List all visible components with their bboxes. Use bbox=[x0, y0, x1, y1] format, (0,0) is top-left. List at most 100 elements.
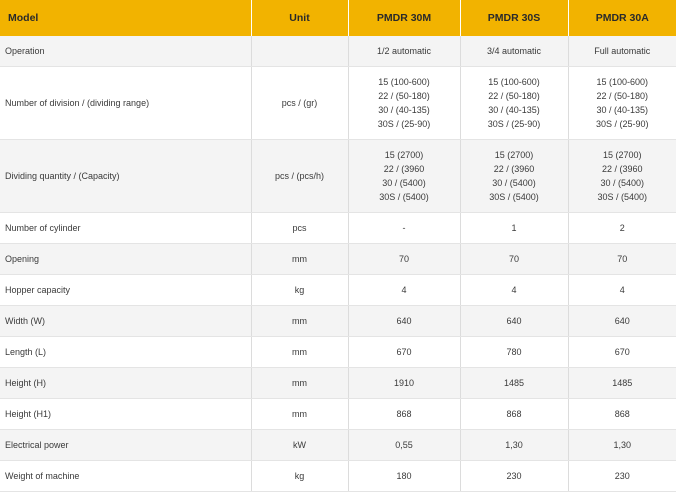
row-width: Width (W) mm 640 640 640 bbox=[0, 305, 676, 337]
cell-pmdr-30s: 780 bbox=[460, 336, 569, 368]
cell-line: 22 / (3960 bbox=[601, 164, 643, 174]
cell-pmdr-30m: 640 bbox=[348, 305, 461, 337]
row-height: Height (H) mm 1910 1485 1485 bbox=[0, 367, 676, 399]
cell-pmdr-30a: 230 bbox=[568, 460, 676, 492]
row-unit: pcs bbox=[251, 212, 349, 244]
cell-pmdr-30s: 3/4 automatic bbox=[460, 36, 569, 67]
cell-line: 22 / (50-180) bbox=[378, 91, 430, 101]
cell-pmdr-30s: 4 bbox=[460, 274, 569, 306]
cell-line: 30S / (25-90) bbox=[595, 119, 649, 129]
cell-pmdr-30m: - bbox=[348, 212, 461, 244]
cell-line: 15 (100-600) bbox=[378, 77, 430, 87]
row-label: Opening bbox=[0, 243, 252, 275]
row-unit: mm bbox=[251, 243, 349, 275]
row-power: Electrical power kW 0,55 1,30 1,30 bbox=[0, 429, 676, 461]
cell-pmdr-30s: 868 bbox=[460, 398, 569, 430]
row-cylinder: Number of cylinder pcs - 1 2 bbox=[0, 212, 676, 244]
cell-line: 22 / (3960 bbox=[383, 164, 425, 174]
cell-pmdr-30m: 70 bbox=[348, 243, 461, 275]
header-pmdr-30s: PMDR 30S bbox=[460, 0, 569, 36]
row-label: Hopper capacity bbox=[0, 274, 252, 306]
row-unit: pcs / (gr) bbox=[251, 66, 349, 140]
cell-line: 30S / (5400) bbox=[597, 192, 648, 202]
row-unit: kW bbox=[251, 429, 349, 461]
row-division: Number of division / (dividing range) pc… bbox=[0, 66, 676, 140]
row-unit: mm bbox=[251, 305, 349, 337]
cell-pmdr-30m: 4 bbox=[348, 274, 461, 306]
cell-line: 30 / (5400) bbox=[492, 178, 536, 188]
cell-pmdr-30s: 15 (100-600) 22 / (50-180) 30 / (40-135)… bbox=[460, 66, 569, 140]
row-unit: mm bbox=[251, 398, 349, 430]
row-label: Operation bbox=[0, 36, 252, 67]
row-height-h1: Height (H1) mm 868 868 868 bbox=[0, 398, 676, 430]
cell-pmdr-30m: 670 bbox=[348, 336, 461, 368]
row-opening: Opening mm 70 70 70 bbox=[0, 243, 676, 275]
cell-line: 30S / (5400) bbox=[489, 192, 539, 202]
cell-pmdr-30m: 1/2 automatic bbox=[348, 36, 461, 67]
cell-pmdr-30s: 1 bbox=[460, 212, 569, 244]
cell-line: 30 / (40-135) bbox=[488, 105, 540, 115]
row-unit: pcs / (pcs/h) bbox=[251, 139, 349, 213]
cell-pmdr-30s: 230 bbox=[460, 460, 569, 492]
row-operation: Operation 1/2 automatic 3/4 automatic Fu… bbox=[0, 36, 676, 67]
row-length: Length (L) mm 670 780 670 bbox=[0, 336, 676, 368]
row-label: Number of cylinder bbox=[0, 212, 252, 244]
cell-line: 15 (2700) bbox=[602, 150, 642, 160]
cell-pmdr-30s: 15 (2700) 22 / (3960 30 / (5400) 30S / (… bbox=[460, 139, 569, 213]
cell-line: 30 / (5400) bbox=[382, 178, 426, 188]
row-weight: Weight of machine kg 180 230 230 bbox=[0, 460, 676, 492]
cell-line: 15 (100-600) bbox=[596, 77, 649, 87]
cell-pmdr-30a: 4 bbox=[568, 274, 676, 306]
cell-pmdr-30a: Full automatic bbox=[568, 36, 676, 67]
cell-pmdr-30m: 0,55 bbox=[348, 429, 461, 461]
cell-line: 30S / (5400) bbox=[379, 192, 429, 202]
cell-line: 30S / (25-90) bbox=[487, 119, 541, 129]
row-hopper: Hopper capacity kg 4 4 4 bbox=[0, 274, 676, 306]
cell-pmdr-30s: 1,30 bbox=[460, 429, 569, 461]
row-unit: mm bbox=[251, 336, 349, 368]
spec-table: Model Unit PMDR 30M PMDR 30S PMDR 30A Op… bbox=[0, 0, 676, 492]
cell-pmdr-30s: 1485 bbox=[460, 367, 569, 399]
header-pmdr-30a: PMDR 30A bbox=[568, 0, 676, 36]
cell-line: 22 / (50-180) bbox=[596, 91, 649, 101]
cell-pmdr-30a: 1485 bbox=[568, 367, 676, 399]
header-row: Model Unit PMDR 30M PMDR 30S PMDR 30A bbox=[0, 0, 676, 36]
cell-pmdr-30m: 1910 bbox=[348, 367, 461, 399]
row-capacity: Dividing quantity / (Capacity) pcs / (pc… bbox=[0, 139, 676, 213]
row-label: Length (L) bbox=[0, 336, 252, 368]
row-label: Dividing quantity / (Capacity) bbox=[0, 139, 252, 213]
cell-line: 15 (2700) bbox=[494, 150, 534, 160]
row-label: Electrical power bbox=[0, 429, 252, 461]
cell-pmdr-30a: 640 bbox=[568, 305, 676, 337]
header-unit: Unit bbox=[251, 0, 349, 36]
cell-pmdr-30a: 15 (100-600) 22 / (50-180) 30 / (40-135)… bbox=[568, 66, 676, 140]
row-unit: mm bbox=[251, 367, 349, 399]
cell-pmdr-30m: 15 (2700) 22 / (3960 30 / (5400) 30S / (… bbox=[348, 139, 461, 213]
cell-line: 22 / (3960 bbox=[493, 164, 535, 174]
row-unit bbox=[251, 36, 349, 67]
row-label: Height (H) bbox=[0, 367, 252, 399]
cell-line: 30 / (40-135) bbox=[378, 105, 430, 115]
cell-pmdr-30a: 15 (2700) 22 / (3960 30 / (5400) 30S / (… bbox=[568, 139, 676, 213]
cell-line: 15 (100-600) bbox=[488, 77, 540, 87]
row-unit: kg bbox=[251, 460, 349, 492]
header-model: Model bbox=[0, 0, 252, 36]
row-label: Number of division / (dividing range) bbox=[0, 66, 252, 140]
cell-line: 15 (2700) bbox=[384, 150, 424, 160]
cell-line: 30S / (25-90) bbox=[377, 119, 431, 129]
cell-pmdr-30s: 70 bbox=[460, 243, 569, 275]
cell-pmdr-30a: 70 bbox=[568, 243, 676, 275]
cell-pmdr-30m: 180 bbox=[348, 460, 461, 492]
cell-pmdr-30a: 1,30 bbox=[568, 429, 676, 461]
cell-pmdr-30a: 670 bbox=[568, 336, 676, 368]
row-label: Weight of machine bbox=[0, 460, 252, 492]
cell-pmdr-30a: 868 bbox=[568, 398, 676, 430]
cell-line: 22 / (50-180) bbox=[488, 91, 540, 101]
row-label: Width (W) bbox=[0, 305, 252, 337]
cell-pmdr-30s: 640 bbox=[460, 305, 569, 337]
row-unit: kg bbox=[251, 274, 349, 306]
cell-pmdr-30m: 15 (100-600) 22 / (50-180) 30 / (40-135)… bbox=[348, 66, 461, 140]
cell-line: 30 / (5400) bbox=[600, 178, 645, 188]
header-pmdr-30m: PMDR 30M bbox=[348, 0, 461, 36]
cell-pmdr-30a: 2 bbox=[568, 212, 676, 244]
